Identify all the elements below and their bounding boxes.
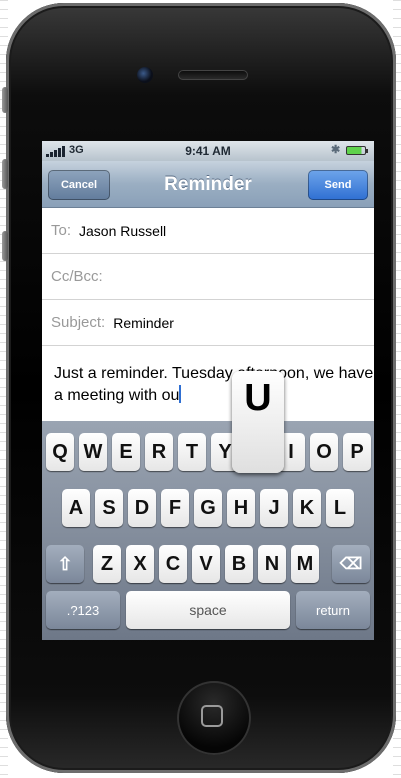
key-q[interactable]: Q bbox=[46, 433, 74, 471]
subject-field[interactable]: Subject: Reminder bbox=[42, 300, 374, 346]
key-b[interactable]: B bbox=[225, 545, 253, 583]
key-d[interactable]: D bbox=[128, 489, 156, 527]
message-body[interactable]: Just a reminder. Tuesday afternoon, we h… bbox=[54, 363, 374, 407]
shift-key[interactable]: ⇧ bbox=[46, 545, 84, 583]
status-time: 9:41 AM bbox=[185, 144, 231, 158]
cancel-button[interactable]: Cancel bbox=[48, 170, 110, 200]
bluetooth-icon: ✱ bbox=[331, 144, 341, 156]
key-v[interactable]: V bbox=[192, 545, 220, 583]
key-k[interactable]: K bbox=[293, 489, 321, 527]
text-cursor bbox=[179, 385, 182, 403]
key-w[interactable]: W bbox=[79, 433, 107, 471]
key-m[interactable]: M bbox=[291, 545, 319, 583]
key-popup: U bbox=[232, 371, 284, 473]
numbers-key[interactable]: .?123 bbox=[46, 591, 120, 629]
key-s[interactable]: S bbox=[95, 489, 123, 527]
key-a[interactable]: A bbox=[62, 489, 90, 527]
volume-up-button bbox=[2, 159, 8, 189]
home-button-icon[interactable] bbox=[177, 681, 251, 755]
space-key[interactable]: space bbox=[126, 591, 290, 629]
key-j[interactable]: J bbox=[260, 489, 288, 527]
to-label: To: bbox=[51, 222, 72, 239]
battery-tip bbox=[366, 149, 368, 153]
to-value: Jason Russell bbox=[79, 222, 167, 239]
camera-icon bbox=[137, 67, 153, 83]
message-text: Just a reminder. Tuesday afternoon, we h… bbox=[54, 365, 374, 404]
subject-label: Subject: bbox=[51, 314, 106, 331]
cc-bcc-field[interactable]: Cc/Bcc: bbox=[42, 254, 374, 300]
battery-icon bbox=[346, 146, 366, 155]
key-g[interactable]: G bbox=[194, 489, 222, 527]
key-p[interactable]: P bbox=[343, 433, 371, 471]
key-t[interactable]: T bbox=[178, 433, 206, 471]
screen: 3G 9:41 AM ✱ Reminder Cancel Send To: Ja… bbox=[42, 141, 374, 640]
key-z[interactable]: Z bbox=[93, 545, 121, 583]
home-square bbox=[201, 705, 223, 727]
key-o[interactable]: O bbox=[310, 433, 338, 471]
cc-bcc-label: Cc/Bcc: bbox=[51, 268, 103, 285]
to-field[interactable]: To: Jason Russell bbox=[42, 208, 374, 254]
key-n[interactable]: N bbox=[258, 545, 286, 583]
navigation-bar: Reminder Cancel Send bbox=[42, 161, 374, 208]
delete-icon: ⌫ bbox=[339, 556, 363, 573]
key-f[interactable]: F bbox=[161, 489, 189, 527]
return-key[interactable]: return bbox=[296, 591, 370, 629]
key-l[interactable]: L bbox=[326, 489, 354, 527]
key-x[interactable]: X bbox=[126, 545, 154, 583]
mute-switch bbox=[2, 87, 8, 113]
status-bar: 3G 9:41 AM ✱ bbox=[42, 141, 374, 161]
shift-icon: ⇧ bbox=[57, 553, 73, 574]
send-button[interactable]: Send bbox=[308, 170, 368, 200]
volume-down-button bbox=[2, 231, 8, 261]
key-r[interactable]: R bbox=[145, 433, 173, 471]
earpiece-speaker bbox=[178, 70, 248, 80]
subject-value: Reminder bbox=[113, 314, 174, 331]
key-c[interactable]: C bbox=[159, 545, 187, 583]
key-h[interactable]: H bbox=[227, 489, 255, 527]
delete-key[interactable]: ⌫ bbox=[332, 545, 370, 583]
key-e[interactable]: E bbox=[112, 433, 140, 471]
keyboard: QWERTYUIOP ASDFGHJKL ZXCVBNM ⇧ ⌫ .?123 s… bbox=[42, 421, 374, 640]
